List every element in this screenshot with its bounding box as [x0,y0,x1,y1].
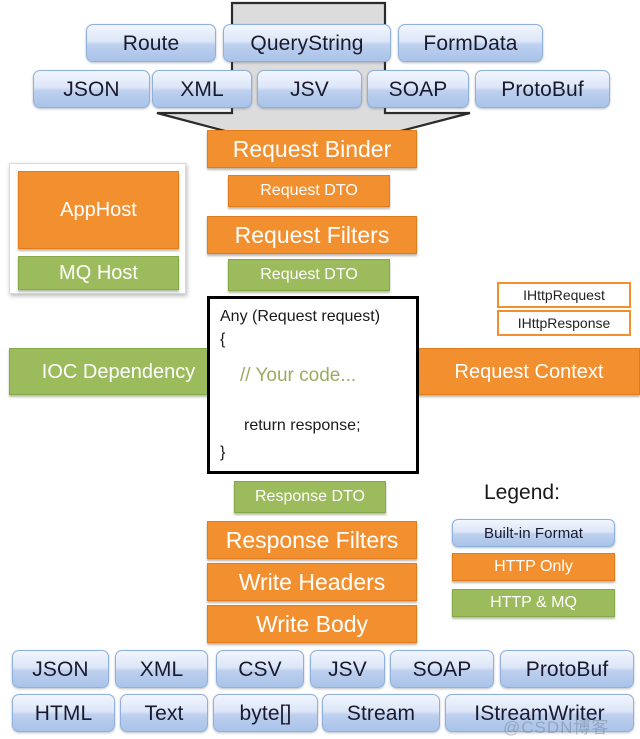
output-format-label: Stream [346,701,416,725]
write-body-label: Write Body [255,610,369,637]
legend-item-label: Built-in Format [483,524,584,542]
input-format-soap[interactable]: SOAP [367,70,469,108]
host-card: AppHost MQ Host [9,163,186,294]
request-dto-label: Request DTO [260,182,358,199]
ihttpresponse-block[interactable]: IHttpResponse [497,310,631,336]
response-dto-block[interactable]: Response DTO [234,481,386,513]
input-format-xml[interactable]: XML [152,70,252,108]
write-headers-label: Write Headers [238,568,386,595]
input-format-label: JSON [63,77,120,101]
code-open-brace: { [220,331,226,348]
legend-item-http-only: HTTP Only [452,553,615,581]
write-headers-block[interactable]: Write Headers [207,563,417,601]
input-format-label: FormData [423,31,518,55]
response-filters-block[interactable]: Response Filters [207,521,417,559]
mq-host-block[interactable]: MQ Host [18,256,179,290]
output-format-label: IStreamWriter [474,701,605,725]
input-format-querystring[interactable]: QueryString [223,24,391,62]
output-format-soap[interactable]: SOAP [390,650,494,688]
ioc-dependency-block[interactable]: IOC Dependency [9,348,228,395]
request-context-label: Request Context [454,360,604,383]
output-format-label: HTML [34,701,93,725]
ihttprequest-block[interactable]: IHttpRequest [497,282,631,308]
output-format-label: CSV [238,657,282,681]
input-format-route[interactable]: Route [86,24,216,62]
code-signature: Any (Request request) [220,308,381,325]
output-format-istreamwriter[interactable]: IStreamWriter [445,694,634,732]
request-binder-label: Request Binder [232,135,392,162]
code-return-statement: return response; [244,417,361,434]
input-format-label: Route [122,31,180,55]
output-format-label: Text [144,701,184,725]
output-format-xml[interactable]: XML [115,650,208,688]
request-binder-block[interactable]: Request Binder [207,130,417,168]
input-format-label: QueryString [250,31,364,55]
ioc-dependency-label: IOC Dependency [41,360,196,383]
request-filters-block[interactable]: Request Filters [207,216,417,254]
mq-host-label: MQ Host [59,262,138,284]
output-format-label: JSV [328,657,367,681]
output-format-csv[interactable]: CSV [216,650,304,688]
output-format-label: SOAP [412,657,472,681]
request-dto-label: Request DTO [260,266,358,283]
output-format-text[interactable]: Text [120,694,208,732]
service-code-block[interactable]: Any (Request request) { // Your code... … [207,296,419,474]
output-format-json[interactable]: JSON [12,650,109,688]
input-format-label: XML [180,77,224,101]
output-format-html[interactable]: HTML [12,694,115,732]
output-format-label: XML [139,657,184,681]
input-format-label: ProtoBuf [501,77,584,101]
request-context-block[interactable]: Request Context [418,348,640,395]
pipeline-diagram: Route QueryString FormData JSON XML JSV … [0,0,640,739]
legend-item-built-in-format: Built-in Format [452,519,615,547]
ihttprequest-label: IHttpRequest [523,287,605,303]
input-format-json[interactable]: JSON [33,70,150,108]
app-host-label: AppHost [60,199,137,221]
output-format-protobuf[interactable]: ProtoBuf [500,650,634,688]
input-format-formdata[interactable]: FormData [398,24,543,62]
output-format-label: JSON [32,657,89,681]
legend-title: Legend: [484,481,560,504]
write-body-block[interactable]: Write Body [207,605,417,643]
ihttpresponse-label: IHttpResponse [517,315,611,331]
output-format-jsv[interactable]: JSV [310,650,385,688]
output-format-stream[interactable]: Stream [322,694,440,732]
output-format-label: ProtoBuf [525,657,609,681]
request-filters-label: Request Filters [234,221,390,248]
legend-item-http-and-mq: HTTP & MQ [452,589,615,617]
code-close-brace: } [220,444,226,461]
legend-item-label: HTTP Only [494,558,573,575]
input-format-protobuf[interactable]: ProtoBuf [475,70,610,108]
legend-item-label: HTTP & MQ [490,594,577,611]
output-format-bytearray[interactable]: byte[] [213,694,318,732]
request-dto-orange-block[interactable]: Request DTO [228,175,390,207]
output-format-label: byte[] [239,701,292,725]
input-format-jsv[interactable]: JSV [257,70,362,108]
app-host-block[interactable]: AppHost [18,171,179,249]
response-dto-label: Response DTO [255,488,365,505]
request-dto-green-block[interactable]: Request DTO [228,259,390,291]
code-comment: // Your code... [240,365,357,386]
response-filters-label: Response Filters [225,526,399,553]
input-format-label: SOAP [388,77,448,101]
input-format-label: JSV [290,77,329,101]
